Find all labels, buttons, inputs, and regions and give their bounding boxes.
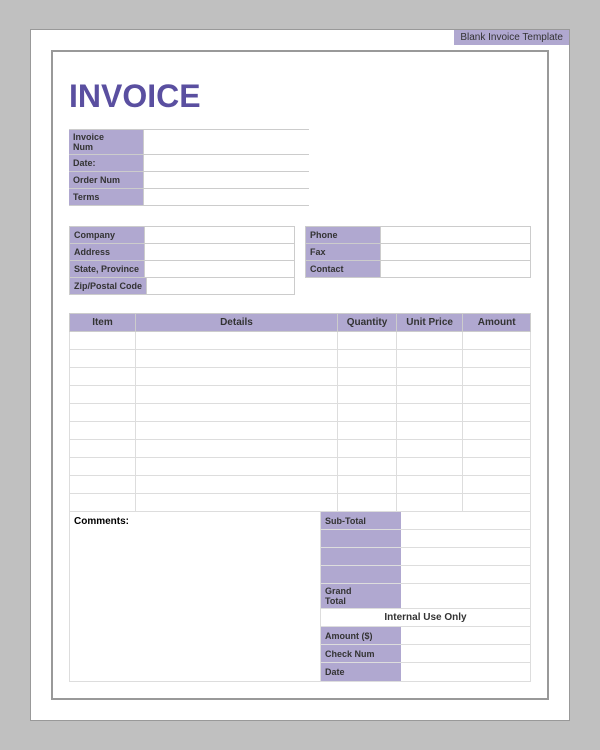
table-row: [70, 422, 531, 440]
invoice-num-label: InvoiceNum: [69, 130, 144, 154]
totals-empty-label-2: [321, 548, 401, 565]
fax-label: Fax: [306, 244, 381, 260]
check-num-row: Check Num: [321, 645, 530, 663]
table-row: [70, 332, 531, 350]
grand-total-label: GrandTotal: [321, 584, 401, 608]
state-label: State, Province: [70, 261, 145, 277]
table-row: [70, 440, 531, 458]
comments-area: Comments:: [69, 512, 321, 682]
table-row: [70, 476, 531, 494]
company-row: Company: [70, 227, 294, 244]
items-table: Item Details Quantity Unit Price Amount: [69, 313, 531, 512]
col-quantity: Quantity: [338, 314, 397, 332]
check-num-input[interactable]: [401, 645, 530, 662]
phone-row: Phone: [306, 227, 530, 244]
sub-total-row: Sub-Total: [321, 512, 530, 530]
invoice-title: INVOICE: [69, 78, 531, 115]
state-row: State, Province: [70, 261, 294, 278]
address-row: Address: [70, 244, 294, 261]
table-row: [70, 494, 531, 512]
zip-input[interactable]: [147, 278, 294, 294]
terms-input[interactable]: [144, 189, 309, 205]
sub-total-value[interactable]: [401, 512, 530, 529]
internal-use-label: Internal Use Only: [321, 609, 530, 627]
table-row: [70, 386, 531, 404]
totals-empty-label-1: [321, 530, 401, 547]
table-row: [70, 368, 531, 386]
contact-section: Phone Fax Contact: [305, 226, 531, 303]
address-label: Address: [70, 244, 145, 260]
phone-input[interactable]: [381, 227, 530, 243]
check-num-label: Check Num: [321, 645, 401, 662]
order-num-row: Order Num: [69, 172, 309, 189]
grand-total-value[interactable]: [401, 584, 530, 608]
contact-row: Contact: [306, 261, 530, 277]
company-input[interactable]: [145, 227, 294, 243]
invoice-fields: InvoiceNum Date: Order Num Terms: [69, 129, 309, 206]
company-label: Company: [70, 227, 145, 243]
address-section: Company Address State, Province Zip/Post…: [69, 226, 295, 303]
totals-empty-label-3: [321, 566, 401, 583]
totals-empty-value-3[interactable]: [401, 566, 530, 583]
payment-date-label: Date: [321, 663, 401, 681]
template-label: Blank Invoice Template: [454, 30, 569, 45]
table-row: [70, 350, 531, 368]
contact-input[interactable]: [381, 261, 530, 277]
totals-empty-row-3: [321, 566, 530, 584]
col-item: Item: [70, 314, 136, 332]
sub-total-label: Sub-Total: [321, 512, 401, 529]
terms-label: Terms: [69, 189, 144, 205]
table-row: [70, 458, 531, 476]
bottom-section: Comments: Sub-Total: [69, 512, 531, 682]
date-input[interactable]: [144, 155, 309, 171]
comments-input[interactable]: [74, 531, 316, 611]
phone-label: Phone: [306, 227, 381, 243]
order-num-input[interactable]: [144, 172, 309, 188]
col-details: Details: [135, 314, 337, 332]
amount-input[interactable]: [401, 627, 530, 644]
amount-row: Amount ($): [321, 627, 530, 645]
table-header-row: Item Details Quantity Unit Price Amount: [70, 314, 531, 332]
address-input[interactable]: [145, 244, 294, 260]
payment-date-row: Date: [321, 663, 530, 681]
amount-label: Amount ($): [321, 627, 401, 644]
grand-total-row: GrandTotal: [321, 584, 530, 609]
totals-empty-row-2: [321, 548, 530, 566]
contact-label: Contact: [306, 261, 381, 277]
invoice-num-input[interactable]: [144, 130, 309, 154]
date-label: Date:: [69, 155, 144, 171]
payment-date-input[interactable]: [401, 663, 530, 681]
totals-empty-row-1: [321, 530, 530, 548]
zip-row: Zip/Postal Code: [70, 278, 294, 294]
totals-area: Sub-Total GrandTotal: [321, 512, 531, 682]
col-amount: Amount: [463, 314, 531, 332]
date-row: Date:: [69, 155, 309, 172]
col-unit-price: Unit Price: [396, 314, 462, 332]
table-row: [70, 404, 531, 422]
fax-input[interactable]: [381, 244, 530, 260]
terms-row: Terms: [69, 189, 309, 206]
comments-label: Comments:: [74, 516, 129, 527]
invoice-num-row: InvoiceNum: [69, 129, 309, 155]
state-input[interactable]: [145, 261, 294, 277]
zip-label: Zip/Postal Code: [70, 278, 147, 294]
fax-row: Fax: [306, 244, 530, 261]
order-num-label: Order Num: [69, 172, 144, 188]
totals-empty-value-1[interactable]: [401, 530, 530, 547]
totals-empty-value-2[interactable]: [401, 548, 530, 565]
